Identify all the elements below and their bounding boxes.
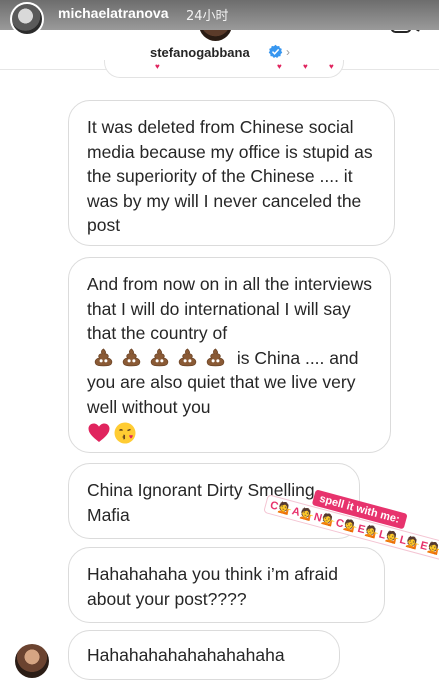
heart-fragment-icon: ♥ [277,62,282,71]
pile-of-poo-icon [94,347,113,366]
story-avatar[interactable] [10,2,44,36]
message-text: It was deleted from Chinese social media… [87,117,373,235]
message-bubble[interactable]: And from now on in all the interviews th… [68,257,391,453]
heart-fragment-icon: ♥ [303,62,308,71]
story-time: 24小时 [186,9,229,24]
pile-of-poo-icon [122,347,141,366]
sender-avatar[interactable] [15,644,49,678]
poo-emoji-row [93,347,226,367]
heart-fragment-icon: ♥ [155,62,160,71]
face-blowing-kiss-icon [114,422,136,444]
chevron-right-icon[interactable]: › [286,45,290,59]
red-heart-icon [88,423,110,442]
trailing-emojis [87,421,372,445]
pile-of-poo-icon [150,347,169,366]
story-header: michaelatranova 24小时 [0,0,439,36]
heart-fragment-icon: ♥ [329,62,334,71]
message-bubble[interactable]: Hahahahaha you think i’m afraid about yo… [68,547,385,623]
contact-name[interactable]: stefanogabbana [150,45,250,60]
pile-of-poo-icon [178,347,197,366]
pile-of-poo-icon [206,347,225,366]
story-username[interactable]: michaelatranova [58,5,169,21]
verified-badge-icon [268,44,283,59]
message-bubble[interactable]: It was deleted from Chinese social media… [68,100,395,246]
message-text: And from now on in all the interviews th… [87,274,372,343]
message-text: Hahahahahahahahahaha [87,645,285,665]
message-text: Hahahahaha you think i’m afraid about yo… [87,564,338,609]
previous-message-edge: ♥ ♥ ♥ ♥ [104,60,344,78]
message-bubble[interactable]: Hahahahahahahahahaha [68,630,340,680]
